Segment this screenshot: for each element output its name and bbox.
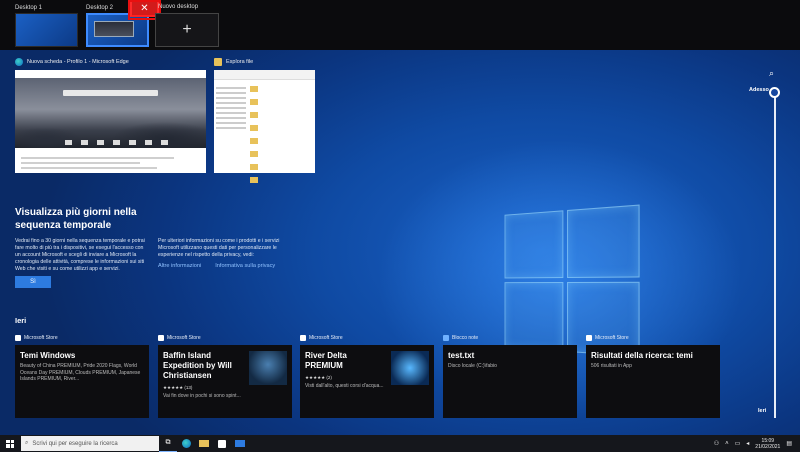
mail-icon[interactable] [231, 435, 249, 452]
activity-subtitle: Vai fin dove in pochi si sono spint... [163, 393, 241, 399]
window-explorer-title: Esplora file [226, 59, 254, 65]
system-tray: ⚇ ˄ ▭ ◂ 15:09 21/02/2021 ▤ [714, 438, 800, 450]
notifications-icon[interactable]: ▤ [786, 440, 792, 447]
edge-window-preview[interactable] [15, 70, 206, 173]
activity-source: Microsoft Store [24, 335, 58, 341]
activity-card[interactable]: Microsoft Store Risultati della ricerca:… [586, 333, 720, 418]
activity-card[interactable]: Microsoft Store Baffin Island Expedition… [158, 333, 292, 418]
activity-source: Microsoft Store [309, 335, 343, 341]
activity-title: test.txt [448, 351, 475, 360]
desktop-1[interactable]: Desktop 1 [15, 4, 78, 47]
timeline-promo-body: Vedrai fino a 30 giorni nella sequenza t… [15, 238, 145, 272]
explorer-window-preview[interactable] [214, 70, 315, 183]
activity-title: Temi Windows [20, 351, 76, 360]
activity-title: Baffin Island Expedition by Will Christi… [163, 351, 232, 380]
taskbar-search-box[interactable]: ⌕ Scrivi qui per eseguire la ricerca [21, 436, 159, 451]
people-icon[interactable]: ⚇ [714, 440, 719, 447]
timeline-now-label: Adesso [749, 87, 769, 93]
plus-icon: + [182, 21, 192, 38]
activity-subtitle: Disco locale (C:)\fabio [448, 363, 497, 369]
timeline-thumb[interactable] [769, 87, 780, 98]
artwork-image [249, 351, 287, 385]
activity-card[interactable]: Blocco note test.txt Disco locale (C:)\f… [443, 333, 577, 418]
search-icon[interactable]: ⌕ [769, 68, 774, 79]
activity-title: River Delta PREMIUM [305, 351, 347, 370]
activity-card[interactable]: Microsoft Store River Delta PREMIUM ★★★★… [300, 333, 434, 418]
more-info-link[interactable]: Altre informazioni [158, 263, 201, 269]
task-view-icon[interactable]: ⧉ [159, 435, 177, 452]
store-icon [586, 335, 592, 341]
activity-source: Microsoft Store [595, 335, 629, 341]
clock[interactable]: 15:09 21/02/2021 [755, 438, 780, 450]
new-desktop-label: Nuovo desktop [158, 4, 199, 10]
windows-icon [6, 439, 14, 448]
window-explorer[interactable]: Esplora file [214, 56, 315, 183]
desktop-1-thumbnail[interactable] [15, 13, 78, 47]
taskbar-search-placeholder: Scrivi qui per eseguire la ricerca [32, 440, 118, 447]
search-icon: ⌕ [25, 440, 29, 446]
section-yesterday-label: Ieri [15, 316, 27, 325]
store-icon[interactable] [213, 435, 231, 452]
activity-source: Microsoft Store [167, 335, 201, 341]
window-edge-title: Nuova scheda - Profilo 1 - Microsoft Edg… [27, 59, 129, 65]
folder-icon [214, 58, 222, 66]
new-desktop-button[interactable]: + [155, 13, 219, 47]
store-icon [15, 335, 21, 341]
volume-icon[interactable]: ◂ [746, 440, 749, 447]
virtual-desktops-bar: Desktop 1 Desktop 2 ✕ Nuovo desktop + [0, 0, 800, 50]
store-icon [300, 335, 306, 341]
close-icon: ✕ [140, 3, 149, 14]
desktop-1-label: Desktop 1 [15, 5, 43, 11]
desktop-2-thumbnail[interactable] [86, 13, 149, 47]
activity-source: Blocco note [452, 335, 479, 341]
edge-icon [15, 58, 23, 66]
timeline-scrollbar[interactable] [774, 92, 776, 418]
clock-date: 21/02/2021 [755, 443, 781, 450]
activity-subtitle: Beauty of China PREMIUM, Pride 2020 Flag… [20, 363, 141, 382]
start-button[interactable] [0, 435, 20, 452]
store-icon [158, 335, 164, 341]
taskbar: ⌕ Scrivi qui per eseguire la ricerca ⧉ ⚇… [0, 435, 800, 452]
file-explorer-icon[interactable] [195, 435, 213, 452]
chevron-up-icon[interactable]: ˄ [725, 441, 729, 447]
activity-card[interactable]: Microsoft Store Temi Windows Beauty of C… [15, 333, 149, 418]
activity-title: Risultati della ricerca: temi [591, 351, 693, 360]
edge-icon[interactable] [177, 435, 195, 452]
timeline-promo-title: Visualizza più giorni nella sequenza tem… [15, 207, 137, 231]
notepad-icon [443, 335, 449, 341]
timeline-yesterday-label: Ieri [758, 408, 767, 414]
window-edge[interactable]: Nuova scheda - Profilo 1 - Microsoft Edg… [15, 56, 206, 173]
network-icon[interactable]: ▭ [735, 440, 741, 447]
timeline-promo-privacy-text: Per ulteriori informazioni su come i pro… [158, 238, 280, 258]
privacy-link[interactable]: Informativa sulla privacy [215, 263, 275, 269]
yes-button[interactable]: Sì [15, 276, 51, 288]
promo-links: Altre informazioni Informativa sulla pri… [158, 263, 275, 269]
rating: ★★★★★ (13) [163, 385, 193, 390]
artwork-image [391, 351, 429, 385]
activity-subtitle: 506 risultati in App [591, 363, 632, 369]
